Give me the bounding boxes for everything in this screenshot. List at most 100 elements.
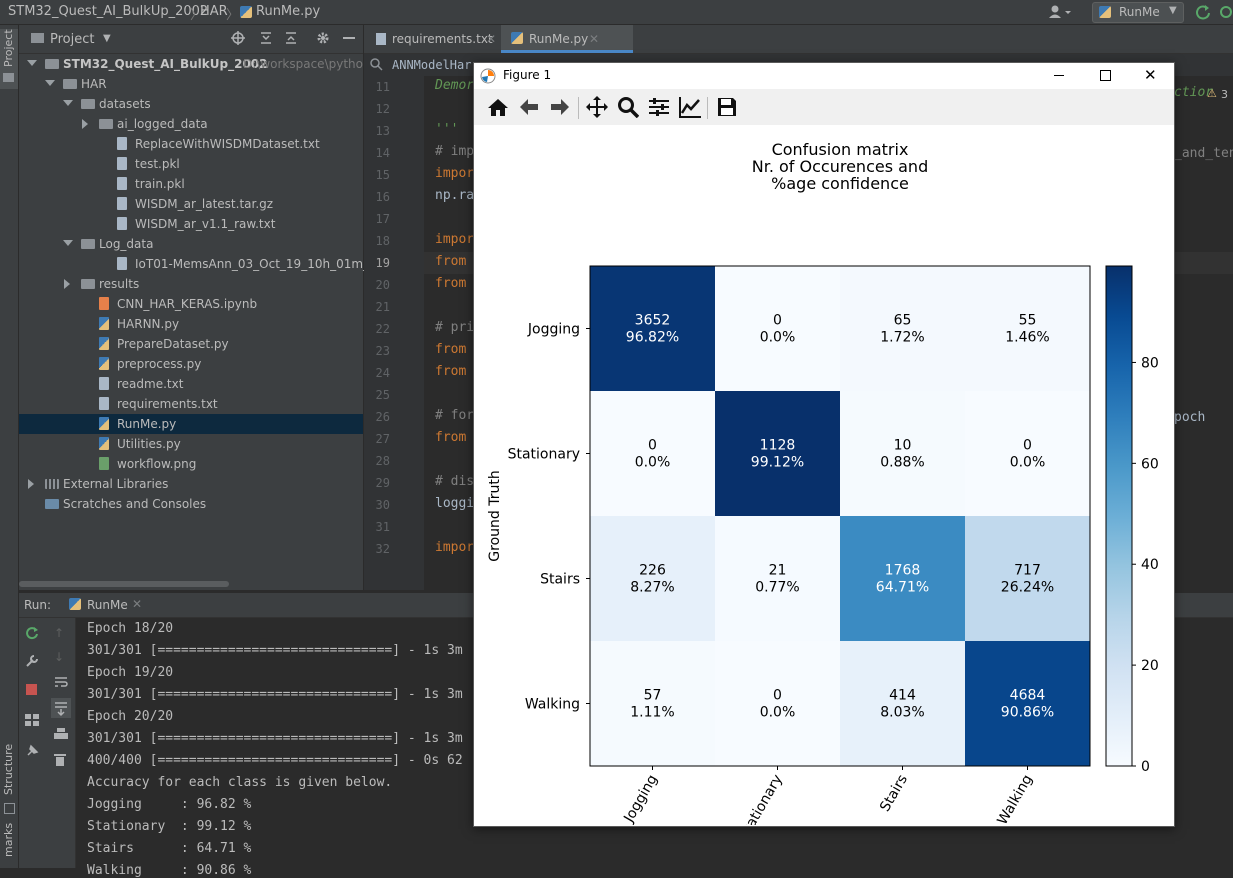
close-icon[interactable]: ✕ [132, 597, 142, 611]
wrench-icon[interactable] [25, 654, 39, 667]
structure-tool-tab[interactable]: Structure [0, 743, 18, 823]
edit-axis-icon[interactable] [678, 95, 702, 119]
locate-icon[interactable] [231, 31, 245, 48]
y-tick-label: Stationary [508, 447, 580, 463]
rerun-icon[interactable] [25, 626, 39, 640]
layout-icon[interactable] [25, 714, 39, 726]
tree-item[interactable]: ReplaceWithWISDMDataset.txt [19, 134, 363, 154]
tree-item[interactable]: requirements.txt [19, 394, 363, 414]
up-arrow-icon[interactable]: ↑ [54, 626, 68, 640]
python-file-icon [99, 317, 109, 330]
chevron-down-icon[interactable]: ▼ [103, 33, 111, 44]
pan-icon[interactable] [585, 95, 609, 119]
tree-item[interactable]: ai_logged_data [19, 114, 363, 134]
code-fragment: _and_ten [1174, 146, 1233, 161]
code-text: # for [435, 408, 475, 423]
chevron-down-icon[interactable] [63, 240, 73, 246]
toolbar-divider [707, 97, 708, 119]
back-icon[interactable] [517, 95, 541, 119]
chevron-right-icon[interactable] [64, 279, 70, 289]
tree-item[interactable]: Utilities.py [19, 434, 363, 454]
search-icon[interactable] [370, 58, 383, 74]
collapse-all-icon[interactable] [284, 31, 298, 48]
down-arrow-icon[interactable]: ↓ [54, 650, 68, 664]
chevron-down-icon[interactable] [45, 80, 55, 86]
tree-item[interactable]: WISDM_ar_latest.tar.gz [19, 194, 363, 214]
cell-percent-label: 8.03% [880, 705, 924, 721]
editor-search-text[interactable]: ANNModelHar [392, 58, 471, 72]
tree-item[interactable]: RunMe.py [19, 414, 363, 434]
tab-runme[interactable]: RunMe.py ✕ [501, 25, 633, 53]
tree-item[interactable]: HAR [19, 74, 363, 94]
project-panel-title[interactable]: Project [50, 32, 94, 47]
home-icon[interactable] [486, 95, 510, 119]
warning-icon[interactable]: ⚠ [1207, 87, 1217, 100]
console-line: Stationary : 99.12 % [87, 819, 252, 834]
cell-percent-label: 1.72% [880, 330, 924, 346]
chevron-right-icon[interactable] [82, 119, 88, 129]
configure-icon[interactable] [647, 95, 671, 119]
gear-icon[interactable] [316, 31, 330, 48]
tree-item[interactable]: workflow.png [19, 454, 363, 474]
user-icon[interactable] [1048, 5, 1071, 19]
minimize-icon[interactable] [343, 37, 355, 39]
stop-icon[interactable] [26, 684, 37, 695]
close-window-icon[interactable]: ✕ [1144, 66, 1157, 84]
tree-item[interactable]: STM32_Quest_AI_BulkUp_2002 D:\workspace\p… [19, 54, 368, 74]
maximize-window-icon[interactable] [1100, 70, 1111, 81]
save-icon[interactable] [715, 95, 739, 119]
tree-item[interactable]: readme.txt [19, 374, 363, 394]
toolbar-divider [578, 97, 579, 119]
rerun-icon[interactable] [1195, 4, 1211, 23]
tree-item[interactable]: Log_data [19, 234, 363, 254]
run-tab-label[interactable]: RunMe [87, 598, 128, 612]
close-icon[interactable]: ✕ [486, 25, 496, 53]
tree-item[interactable]: results [19, 274, 363, 294]
tree-item[interactable]: datasets [19, 94, 363, 114]
tree-item[interactable]: Scratches and Consoles [19, 494, 363, 514]
run-toolbar-primary [19, 618, 47, 868]
forward-icon[interactable] [548, 95, 572, 119]
zoom-icon[interactable] [616, 95, 640, 119]
run-toolbar-secondary: ↑ ↓ [47, 618, 76, 868]
tree-item[interactable]: IoT01-MemsAnn_03_Oct_19_10h_01m_12s.csv [19, 254, 414, 274]
trash-icon[interactable] [54, 752, 68, 766]
tree-item[interactable]: preprocess.py [19, 354, 363, 374]
breadcrumb-project[interactable]: STM32_Quest_AI_BulkUp_2002 [8, 4, 208, 19]
tree-item[interactable]: HARNN.py [19, 314, 363, 334]
tree-item[interactable]: test.pkl [19, 154, 363, 174]
expand-all-icon[interactable] [259, 31, 273, 48]
line-number: 24 [375, 366, 390, 380]
tab-label: RunMe.py [529, 32, 589, 46]
x-tick-label: Stairs [877, 772, 911, 815]
cell-percent-label: 1.11% [630, 705, 674, 721]
tree-item[interactable]: train.pkl [19, 174, 363, 194]
close-icon[interactable]: ✕ [589, 25, 599, 53]
pin-icon[interactable] [25, 744, 39, 756]
tree-item[interactable]: External Libraries [19, 474, 363, 494]
print-icon[interactable] [54, 728, 68, 740]
tree-item-label: train.pkl [135, 177, 185, 191]
chevron-right-icon[interactable] [28, 479, 34, 489]
soft-wrap-icon[interactable] [54, 676, 68, 688]
scroll-to-end-icon[interactable] [51, 698, 71, 718]
cell-count-label: 0 [773, 313, 782, 329]
chevron-down-icon[interactable] [27, 60, 37, 66]
y-tick-label: Jogging [527, 322, 580, 338]
tree-item[interactable]: WISDM_ar_v1.1_raw.txt [19, 214, 363, 234]
minimize-window-icon[interactable] [1054, 75, 1064, 76]
debug-icon[interactable] [1219, 4, 1233, 23]
chevron-down-icon[interactable] [63, 100, 73, 106]
project-tool-tab[interactable]: Project [0, 29, 18, 89]
tree-item-label: Utilities.py [117, 437, 181, 451]
line-number: 18 [375, 234, 390, 248]
breadcrumb-folder[interactable]: HAR [200, 4, 228, 19]
breadcrumb-file[interactable]: RunMe.py [256, 4, 320, 19]
tree-item[interactable]: CNN_HAR_KERAS.ipynb [19, 294, 363, 314]
bookmarks-tool-tab[interactable]: marks [0, 823, 18, 868]
run-configuration-select[interactable]: RunMe ▼ [1092, 2, 1184, 23]
library-icon [45, 479, 59, 489]
heatmap-cell [590, 391, 715, 516]
horizontal-scrollbar[interactable] [19, 581, 229, 587]
tree-item[interactable]: PrepareDataset.py [19, 334, 363, 354]
